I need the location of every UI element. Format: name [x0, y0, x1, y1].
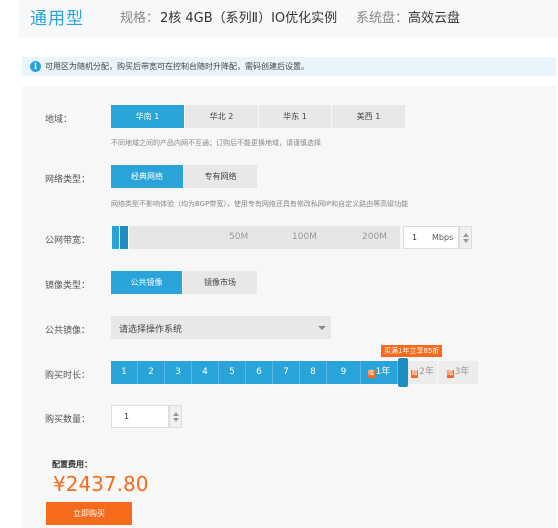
notice-text: 可用区为随机分配，购买后带宽可在控制台随时升降配，需码创建后设置。	[45, 62, 309, 71]
quantity-label: 购买数量：	[45, 415, 91, 425]
duration-year-3[interactable]: 赠 3年	[438, 361, 479, 384]
duration-slider-handle[interactable]	[398, 358, 408, 387]
image-option-market[interactable]: 镜像市场	[183, 271, 258, 294]
duration-month-9[interactable]: 9	[327, 361, 361, 384]
duration-month-4[interactable]: 4	[192, 361, 219, 384]
stepper-down-icon[interactable]	[463, 239, 469, 243]
duration-month-5[interactable]: 5	[219, 361, 246, 384]
duration-month-6[interactable]: 6	[246, 361, 273, 384]
duration-month-3[interactable]: 3	[165, 361, 192, 384]
discount-promo-badge: 买满1年立享85折	[381, 345, 443, 357]
network-hint: 网络类型不影响体验（均为BGP带宽），使用专有网络还具有修改私网IP和自定义路由…	[111, 200, 409, 208]
gift-icon: 赠	[367, 370, 375, 378]
network-option-classic[interactable]: 经典网络	[111, 165, 184, 188]
bandwidth-mark-200m: 200M	[362, 232, 387, 242]
stepper-down-icon[interactable]	[173, 418, 179, 422]
region-option-south1[interactable]: 华南 1	[111, 105, 185, 128]
duration-year-1-label: 1年	[375, 367, 391, 377]
bandwidth-slider-track[interactable]	[112, 226, 400, 249]
buy-now-button[interactable]: 立即购买	[46, 502, 132, 525]
os-select-placeholder: 请选择操作系统	[119, 325, 183, 335]
gift-icon: 赠	[411, 370, 419, 378]
quantity-value: 1	[124, 412, 130, 421]
bandwidth-unit: Mbps	[432, 233, 454, 242]
bandwidth-stepper[interactable]	[459, 226, 472, 249]
image-option-public[interactable]: 公共镜像	[111, 271, 183, 294]
instance-family-title: 通用型	[30, 9, 84, 29]
bandwidth-mark-50m: 50M	[229, 232, 249, 242]
image-type-label: 镜像类型：	[45, 281, 91, 291]
bandwidth-value: 1	[412, 233, 418, 242]
public-image-label: 公共镜像：	[45, 326, 91, 336]
duration-year-2-label: 2年	[419, 367, 434, 377]
price-label: 配置费用：	[52, 460, 92, 469]
spec-value: 2核 4GB（系列Ⅱ）IO优化实例	[160, 11, 338, 26]
network-type-label: 网络类型：	[45, 175, 91, 185]
duration-year-3-label: 3年	[454, 367, 470, 377]
region-option-north2[interactable]: 华北 2	[185, 105, 259, 128]
region-option-uswest1[interactable]: 美西 1	[332, 105, 406, 128]
region-label: 地域：	[45, 115, 73, 125]
system-disk-value: 高效云盘	[408, 11, 461, 26]
system-disk-label: 系统盘：	[356, 11, 409, 26]
stepper-up-icon[interactable]	[463, 233, 469, 237]
bandwidth-mark-100m: 100M	[292, 232, 317, 242]
region-hint: 不同地域之间的产品内网不互通；订购后不能更换地域，请谨慎选择	[111, 139, 321, 147]
quantity-stepper[interactable]	[169, 405, 182, 428]
quantity-input[interactable]	[111, 405, 169, 428]
duration-month-1[interactable]: 1	[111, 361, 138, 384]
duration-label: 购买时长：	[45, 371, 91, 381]
duration-year-1[interactable]: 赠 1年	[361, 361, 398, 384]
duration-month-8[interactable]: 8	[300, 361, 327, 384]
region-option-east1[interactable]: 华东 1	[259, 105, 332, 128]
network-option-vpc[interactable]: 专有网络	[184, 165, 258, 188]
duration-month-7[interactable]: 7	[273, 361, 300, 384]
gift-icon: 赠	[446, 370, 454, 378]
stepper-up-icon[interactable]	[173, 412, 179, 416]
price-value: ¥2437.80	[53, 472, 149, 496]
chevron-down-icon[interactable]	[318, 326, 326, 330]
duration-month-2[interactable]: 2	[138, 361, 165, 384]
duration-year-2[interactable]: 赠 2年	[408, 361, 438, 384]
info-icon: i	[30, 61, 41, 72]
config-panel	[22, 86, 556, 528]
bandwidth-slider-handle[interactable]	[119, 226, 129, 249]
spec-label: 规格：	[120, 11, 160, 26]
bandwidth-label: 公网带宽：	[45, 236, 91, 246]
